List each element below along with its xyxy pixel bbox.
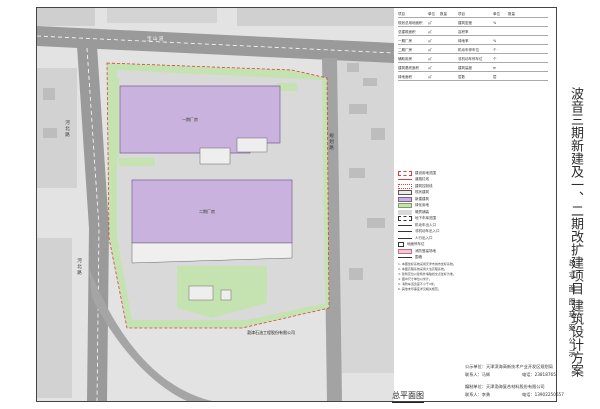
legend-symbol — [398, 237, 412, 239]
info-designer: 编制单位：天津渤海复合材料股份有限公司 — [465, 384, 545, 389]
table-cell: 建筑高度 — [458, 66, 472, 70]
company-label: 渤津石油工程股份有限公司 — [247, 330, 295, 335]
table-cell: ㎡ — [428, 39, 432, 43]
table-cell: % — [493, 39, 497, 43]
road-southwest-label: 河 北 路 — [77, 257, 82, 276]
table-cell: 项目 — [398, 12, 405, 16]
info-contact-2: 联系人：李勇 — [465, 392, 491, 397]
table-cell: 建筑基底面积 — [398, 66, 419, 70]
table-cell: 数量 — [508, 12, 515, 16]
table-cell: 层数 — [458, 75, 465, 79]
table-cell: 个 — [493, 57, 497, 61]
map-title: 总平面图 — [392, 390, 424, 403]
table-cell: 层 — [493, 75, 497, 79]
building-1-label: 一期厂房 — [182, 116, 198, 122]
legend-symbol — [398, 224, 412, 226]
table-cell: 二期厂房 — [398, 48, 412, 52]
economic-indicator-table: 项目 单位 数量 项目 单位 数量 规划总用地面积㎡建筑密度% 总建筑面积㎡容积率 一期厂房㎡绿… — [398, 12, 548, 102]
table-row: 绿地面积 ㎡ 层数 层 — [398, 75, 548, 81]
table-cell: 个 — [493, 48, 497, 52]
table-cell: 总建筑面积 — [398, 30, 416, 34]
table-cell: 单位 — [493, 12, 500, 16]
table-cell: m — [493, 66, 497, 70]
road-east-label: 规 划 路 — [329, 132, 334, 151]
info-contact-1: 联系人：马辉 — [465, 372, 491, 377]
table-cell: 单位 — [428, 12, 435, 16]
table-cell: ㎡ — [428, 48, 432, 52]
table-row: 一期厂房 ㎡ 绿地率% — [398, 39, 548, 45]
table-cell: 建筑密度 — [458, 21, 472, 25]
table-cell: 容积率 — [458, 30, 469, 34]
building-2-label: 二期厂房 — [199, 208, 215, 214]
legend-item: 围墙 — [398, 253, 462, 263]
table-cell: 数量 — [440, 12, 447, 16]
publisher-info: 公示单位：天津滨海高新技术产业开发区规划局 联系人：马辉 电话：23818765… — [462, 360, 598, 401]
table-cell: ㎡ — [428, 66, 432, 70]
legend-label: 围墙 — [415, 255, 422, 259]
table-cell: 辅助用房 — [398, 57, 412, 61]
site-plan-map: 一期厂房 二期厂房 宝 山 道 河 北 路 河 北 路 规 划 路 — [37, 8, 394, 401]
table-cell: 绿地面积 — [398, 75, 412, 79]
table-cell: 项目 — [458, 12, 465, 16]
table-cell: ㎡ — [428, 57, 432, 61]
map-legend: 建设用地范围 道路红线 建筑控制线 现状建筑 新建建筑 绿化用地 硬质铺装 地下车库范围 机动车… — [398, 168, 462, 318]
table-cell: ㎡ — [428, 75, 432, 79]
table-row: 二期厂房 ㎡ 机动车停车位 个 — [398, 48, 548, 54]
table-cell: ㎡ — [428, 30, 432, 34]
table-cell: 机动车停车位 — [458, 48, 479, 52]
drawing-sheet: 一期厂房 二期厂房 宝 山 道 河 北 路 河 北 路 规 划 路 渤津石油工程… — [0, 0, 600, 409]
table-cell: 规划总用地面积 — [398, 21, 423, 25]
info-phone-1: 电话：23818765 — [522, 372, 556, 377]
notes: 1. 本图坐标系统采用天津市城市坐标系统。 2. 本图高程系统采用大沽高程系统。 3… — [398, 262, 498, 292]
title-block: 波音三期新建及一、二期改扩建项目 建筑设计方案 总平面图草案公示 — [560, 7, 597, 402]
table-cell: 非机动车停车位 — [458, 57, 483, 61]
road-west-label: 河 北 路 — [65, 119, 70, 138]
table-row: 建筑基底面积 ㎡ 建筑高度 m — [398, 66, 548, 72]
table-cell: % — [493, 21, 497, 25]
legend-symbol — [398, 231, 412, 232]
info-publisher: 公示单位：天津滨海高新技术产业开发区规划局 — [465, 364, 553, 369]
table-cell: 绿地率 — [458, 39, 469, 43]
road-north-label: 宝 山 道 — [147, 35, 164, 42]
project-subtitle: 总平面图草案公示 — [568, 259, 576, 363]
note-line: 6. 其他未尽事宜详见相关规范。 — [398, 287, 441, 291]
table-row: 项目 单位 数量 项目 单位 数量 — [398, 12, 548, 18]
info-phone-2: 电话：13902250657 — [522, 392, 564, 397]
legend-symbol — [398, 179, 412, 180]
legend-symbol — [398, 257, 412, 258]
table-row: 规划总用地面积 ㎡ 建筑密度% — [398, 21, 548, 27]
table-cell: ㎡ — [428, 21, 432, 25]
table-row: 总建筑面积 ㎡ 容积率 — [398, 30, 548, 36]
table-cell: 一期厂房 — [398, 39, 412, 43]
table-row: 辅助用房 ㎡ 非机动车停车位 个 — [398, 57, 548, 63]
